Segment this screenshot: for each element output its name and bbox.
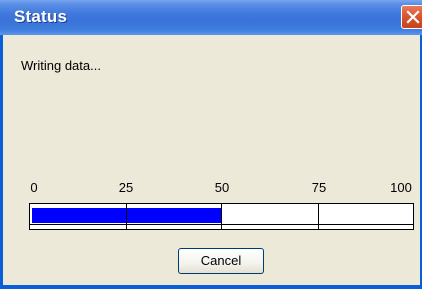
close-button[interactable] bbox=[401, 5, 422, 29]
status-message: Writing data... bbox=[21, 58, 101, 73]
progress-fill bbox=[32, 208, 222, 223]
scale-label-50: 50 bbox=[214, 180, 230, 195]
progress-bar bbox=[29, 203, 414, 230]
scale-label-25: 25 bbox=[118, 180, 134, 195]
progress-baseline bbox=[30, 224, 413, 225]
scale-label-75: 75 bbox=[311, 180, 327, 195]
scale-label-0: 0 bbox=[30, 180, 38, 195]
window-title: Status bbox=[14, 7, 68, 26]
progress-divider-75 bbox=[318, 204, 319, 229]
progress-divider-25 bbox=[126, 204, 127, 229]
scale-label-100: 100 bbox=[390, 180, 412, 195]
progress-divider-50 bbox=[221, 204, 222, 229]
title-bar[interactable]: Status bbox=[0, 0, 422, 35]
cancel-button[interactable]: Cancel bbox=[178, 248, 264, 274]
close-icon bbox=[406, 10, 420, 24]
status-dialog: Status Writing data... 0 25 50 75 100 Ca… bbox=[0, 0, 422, 289]
